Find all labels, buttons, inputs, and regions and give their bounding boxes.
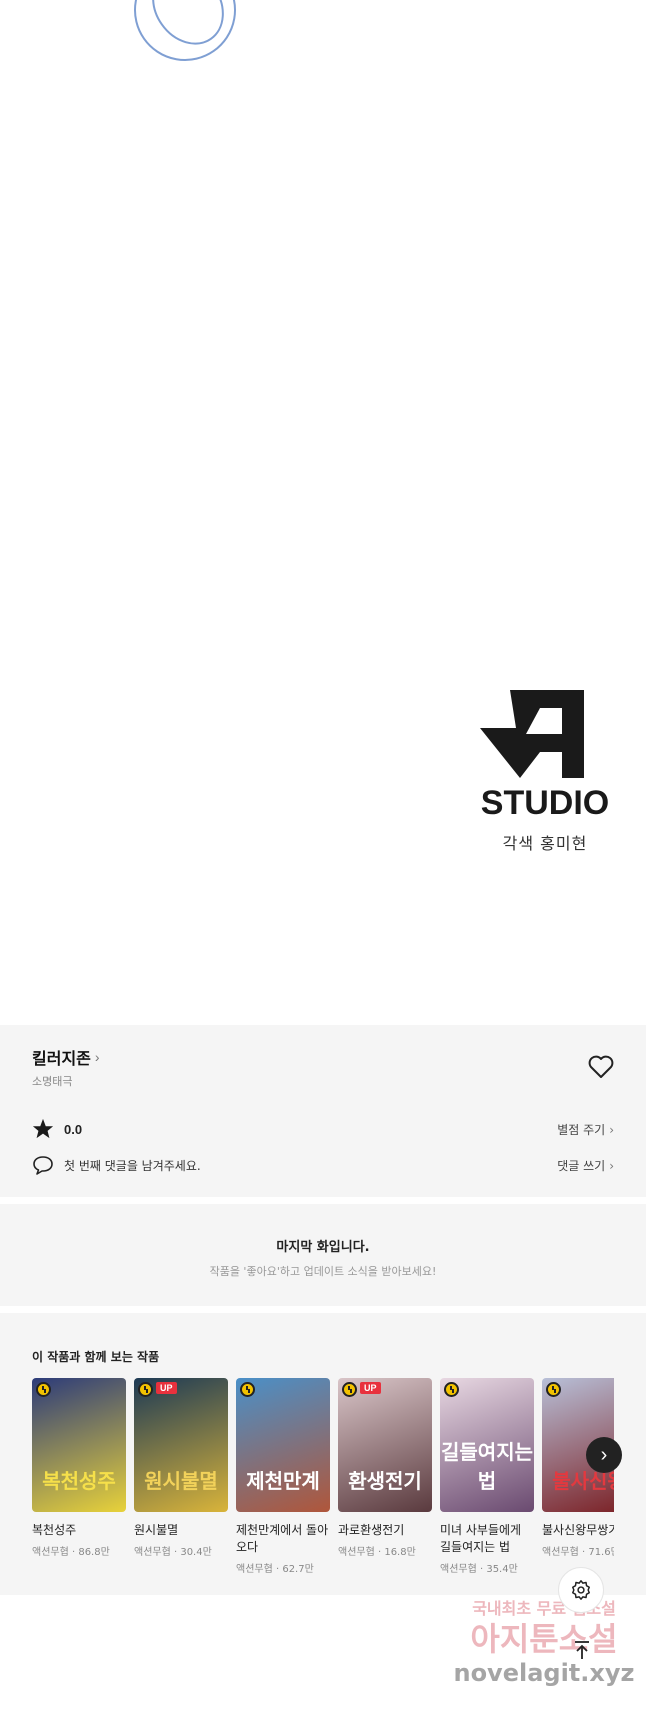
card-title: 제천만계에서 돌아오다 [236,1523,329,1554]
up-badge: UP [360,1382,381,1394]
work-author: 소명태극 [32,1075,73,1088]
star-icon [32,1118,54,1139]
arrow-up-to-top-icon [575,1641,589,1659]
write-comment-button[interactable]: 댓글 쓰기 › [557,1157,614,1174]
wait-free-clock-icon [240,1382,255,1397]
up-badge: UP [156,1382,177,1394]
cover-thumbnail: 길들여지는 법 [440,1378,534,1512]
wait-free-clock-icon [546,1382,561,1397]
gear-icon [572,1580,590,1600]
card-meta: 액션무협 · 86.8만 [32,1547,110,1558]
cover-art-title: 길들여지는 법 [441,1440,533,1493]
cover-thumbnail: 제천만계 [236,1378,330,1512]
card-meta: 액션무협 · 35.4만 [440,1564,518,1575]
wait-free-clock-icon [444,1382,459,1397]
wait-free-clock-icon [36,1382,51,1397]
recommendations-heading: 이 작품과 함께 보는 작품 [32,1350,160,1364]
wait-free-clock-icon [138,1382,153,1397]
carousel-next-button[interactable]: › [586,1437,622,1473]
last-episode-notice: 마지막 화입니다. 작품을 '좋아요'하고 업데이트 소식을 받아보세요! [0,1204,646,1306]
card-meta: 액션무협 · 16.8만 [338,1547,416,1558]
rate-button-label: 별점 주기 [557,1122,606,1137]
rating-value: 0.0 [64,1121,83,1137]
rate-button[interactable]: 별점 주기 › [557,1121,614,1138]
chevron-right-icon: › [609,1158,614,1173]
last-episode-subtitle: 작품을 '좋아요'하고 업데이트 소식을 받아보세요! [209,1265,437,1278]
last-episode-title: 마지막 화입니다. [276,1240,370,1255]
chevron-right-icon: › [609,1122,614,1137]
recommendation-card[interactable]: 복천성주 복천성주 액션무협 · 86.8만 [32,1378,126,1593]
cover-art-title: 제천만계 [246,1469,320,1493]
watermark: 국내최초 무료 웹소설 아지툰소설 novelagit.xyz [444,1595,644,1687]
chevron-right-icon: › [600,1443,608,1466]
decorative-swirl [134,0,236,61]
card-meta: 액션무협 · 62.7만 [236,1564,314,1575]
studio-logo-text: STUDIO [481,784,609,818]
cover-thumbnail: UP 환생전기 [338,1378,432,1512]
write-comment-label: 댓글 쓰기 [557,1158,606,1173]
studio-logo: STUDIO [480,690,609,818]
cover-thumbnail: UP 원시불멸 [134,1378,228,1512]
comment-prompt: 첫 번째 댓글을 남겨주세요. [64,1158,201,1173]
heart-icon[interactable] [588,1055,614,1079]
cover-thumbnail: 복천성주 [32,1378,126,1512]
card-title: 복천성주 [32,1523,77,1537]
recommendation-card[interactable]: 불사신왕불사신왕무쌍기액션무협 · 71.6만 [542,1378,614,1593]
recommendation-card[interactable]: 제천만계제천만계에서 돌아오다액션무협 · 62.7만 [236,1378,330,1593]
watermark-line3: novelagit.xyz [453,1659,635,1687]
card-title: 불사신왕무쌍기 [542,1523,614,1537]
episode-image: STUDIO 각색 홍미현 [0,0,646,1025]
scroll-to-top-button[interactable] [564,1632,600,1668]
cover-art-title: 환생전기 [348,1469,422,1493]
wait-free-clock-icon [342,1382,357,1397]
chevron-right-icon: › [94,1049,100,1065]
card-title: 미녀 사부들에게 길들여지는 법 [440,1523,522,1554]
watermark-line1: 국내최초 무료 웹소설 [472,1599,616,1618]
work-title: 킬러지존 [32,1049,91,1068]
work-info-panel: 킬러지존 › 소명태극 0.0 별점 주기 › 첫 번째 댓글을 남겨주세요. 댓… [0,1025,646,1197]
recommendation-card[interactable]: UP 환생전기과로환생전기액션무협 · 16.8만 [338,1378,432,1593]
card-meta: 액션무협 · 30.4만 [134,1547,212,1558]
recommendation-card[interactable]: UP 원시불멸 원시불멸 액션무협 · 30.4만 [134,1378,228,1593]
card-title: 원시불멸 [134,1523,179,1537]
recommendation-carousel[interactable]: 복천성주 복천성주 액션무협 · 86.8만 UP 원시불멸 원시불멸 액션무협 · 30.… [32,1378,614,1593]
settings-button[interactable] [558,1567,604,1613]
adaptation-credit: 각색 홍미현 [502,834,588,853]
recommendations-section: 이 작품과 함께 보는 작품 복천성주 복천성주 액션무협 · 86.8만 UP 원시불… [0,1313,646,1595]
card-title: 과로환생전기 [338,1523,405,1537]
rating-row: 0.0 별점 주기 › [32,1117,614,1141]
cover-art-title: 복천성주 [42,1469,116,1493]
comment-row: 첫 번째 댓글을 남겨주세요. 댓글 쓰기 › [32,1153,614,1177]
recommendation-card[interactable]: 길들여지는 법미녀 사부들에게 길들여지는 법액션무협 · 35.4만 [440,1378,534,1593]
cover-art-title: 원시불멸 [144,1469,218,1493]
card-meta: 액션무협 · 71.6만 [542,1547,614,1558]
comment-bubble-icon [33,1156,53,1175]
watermark-line2: 아지툰소설 [470,1620,618,1658]
studio-credit: STUDIO 각색 홍미현 [480,690,610,854]
work-title-link[interactable]: 킬러지존 › [32,1045,100,1069]
